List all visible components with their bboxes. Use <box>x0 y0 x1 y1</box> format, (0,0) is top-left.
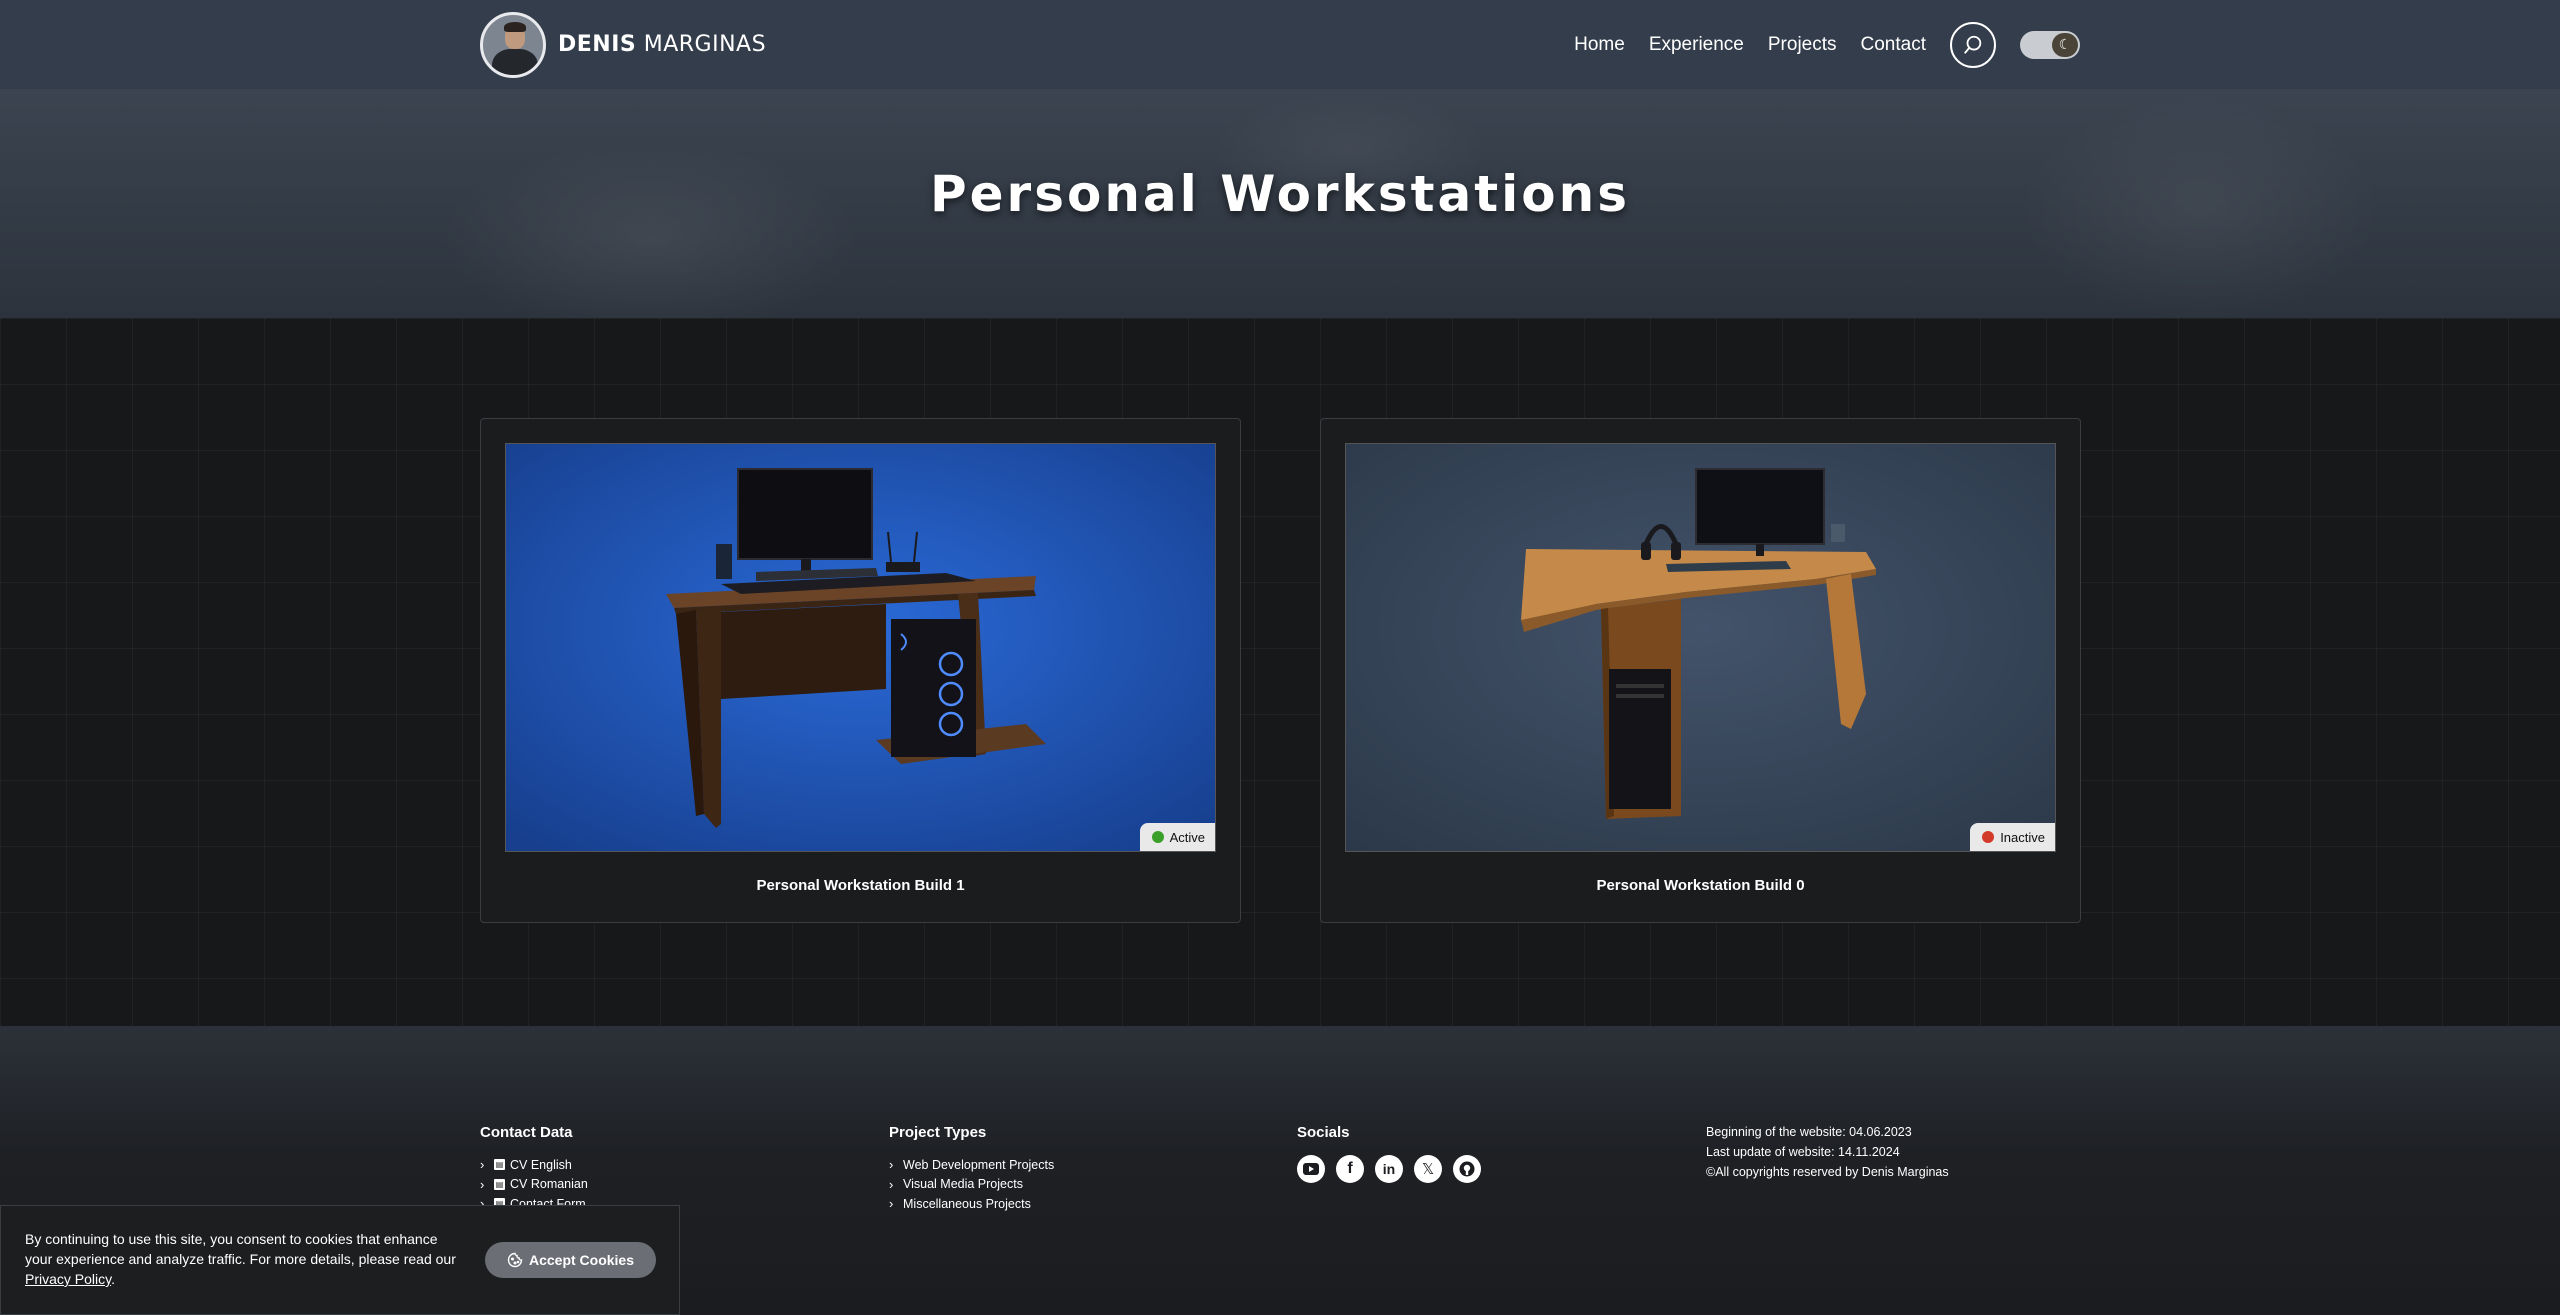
nav-link-home[interactable]: Home <box>1574 34 1625 56</box>
youtube-icon[interactable] <box>1297 1155 1325 1183</box>
cookie-text-end: . <box>111 1271 115 1287</box>
page-title: Personal Workstations <box>930 164 1630 223</box>
social-links: f in 𝕏 <box>1297 1155 1481 1183</box>
theme-toggle[interactable]: ☾ <box>2020 30 2080 59</box>
facebook-icon[interactable]: f <box>1336 1155 1364 1183</box>
x-icon[interactable]: 𝕏 <box>1414 1155 1442 1183</box>
project-card[interactable]: Inactive Personal Workstation Build 0 <box>1320 418 2081 923</box>
cookie-icon <box>507 1252 523 1268</box>
brand-logo[interactable]: DENIS MARGINAS <box>558 32 766 57</box>
nav-link-experience[interactable]: Experience <box>1649 34 1744 56</box>
status-badge: Inactive <box>1970 823 2055 851</box>
status-dot <box>1982 831 1995 843</box>
moon-icon: ☾ <box>2052 32 2078 57</box>
chevron-right-icon: › <box>889 1157 894 1173</box>
hero-banner: Personal Workstations <box>0 89 2560 318</box>
footer-link-label: Web Development Projects <box>903 1157 1055 1172</box>
nav-link-contact[interactable]: Contact <box>1861 34 1926 56</box>
status-label: Inactive <box>2000 829 2045 845</box>
navbar: DENIS MARGINAS Home Experience Projects … <box>0 0 2560 89</box>
nav-link-projects[interactable]: Projects <box>1768 34 1837 56</box>
site-begin-date: Beginning of the website: 04.06.2023 <box>1706 1125 1912 1139</box>
footer-info-column: Beginning of the website: 04.06.2023 Las… <box>1706 1125 1949 1185</box>
footer-heading: Contact Data <box>480 1124 573 1141</box>
footer-link-cv-romanian[interactable]: › ▤ CV Romanian <box>480 1175 588 1195</box>
project-image[interactable]: Active <box>505 443 1216 852</box>
footer-link-visual-media[interactable]: › Visual Media Projects <box>889 1175 1054 1195</box>
status-dot <box>1151 831 1164 843</box>
cookie-text: By continuing to use this site, you cons… <box>25 1231 456 1267</box>
privacy-policy-link[interactable]: Privacy Policy <box>25 1271 111 1287</box>
footer-projects-column: Project Types › Web Development Projects … <box>889 1124 1054 1214</box>
footer-link-web-development[interactable]: › Web Development Projects <box>889 1155 1054 1175</box>
status-label: Active <box>1169 829 1205 845</box>
search-icon <box>1964 35 1982 54</box>
projects-section: Active Personal Workstation Build 1 Inac… <box>0 318 2560 1026</box>
nav-links: Home Experience Projects Contact <box>1574 21 1996 68</box>
avatar[interactable] <box>480 11 546 78</box>
github-icon[interactable] <box>1453 1155 1481 1183</box>
site-update-date: Last update of website: 14.11.2024 <box>1706 1145 1900 1159</box>
accept-cookies-button[interactable]: Accept Cookies <box>485 1242 656 1278</box>
footer-contact-column: Contact Data › ▤ CV English › ▤ CV Romanian … <box>480 1124 588 1214</box>
status-badge: Active <box>1139 823 1215 851</box>
brand-last-name: MARGINAS <box>636 32 767 57</box>
search-button[interactable] <box>1950 21 1996 68</box>
card-title[interactable]: Personal Workstation Build 1 <box>481 877 1240 894</box>
project-image[interactable]: Inactive <box>1345 443 2056 852</box>
linkedin-icon[interactable]: in <box>1375 1155 1403 1183</box>
project-card[interactable]: Active Personal Workstation Build 1 <box>480 418 1241 923</box>
chevron-right-icon: › <box>889 1176 894 1192</box>
footer-link-label: CV Romanian <box>510 1177 588 1192</box>
footer-heading: Socials <box>1297 1124 1350 1141</box>
footer-link-label: CV English <box>510 1157 572 1172</box>
footer-link-miscellaneous[interactable]: › Miscellaneous Projects <box>889 1194 1054 1214</box>
card-title[interactable]: Personal Workstation Build 0 <box>1321 877 2080 894</box>
chevron-right-icon: › <box>480 1157 485 1173</box>
navbar-inner: DENIS MARGINAS Home Experience Projects … <box>480 0 2080 89</box>
footer-link-label: Visual Media Projects <box>903 1177 1023 1192</box>
cookie-banner: By continuing to use this site, you cons… <box>0 1205 680 1315</box>
chevron-right-icon: › <box>480 1176 485 1192</box>
cookie-message: By continuing to use this site, you cons… <box>25 1229 465 1289</box>
chevron-right-icon: › <box>889 1196 894 1212</box>
footer-link-cv-english[interactable]: › ▤ CV English <box>480 1155 588 1175</box>
footer-link-label: Miscellaneous Projects <box>903 1196 1031 1211</box>
footer-heading: Project Types <box>889 1124 987 1141</box>
document-icon: ▤ <box>494 1178 505 1190</box>
document-icon: ▤ <box>494 1159 505 1171</box>
brand-first-name: DENIS <box>558 32 637 57</box>
accept-cookies-label: Accept Cookies <box>528 1252 635 1268</box>
copyright: ©All copyrights reserved by Denis Margin… <box>1706 1165 1949 1179</box>
footer-socials-column: Socials f in 𝕏 <box>1297 1124 1481 1183</box>
